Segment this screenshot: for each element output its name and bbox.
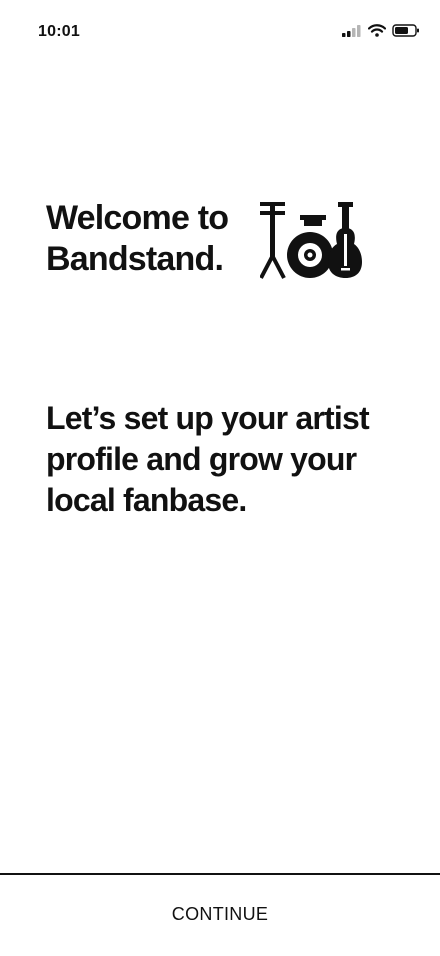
continue-button[interactable]: CONTINUE [0, 875, 440, 956]
drum-kit-guitar-icon [260, 202, 362, 279]
cellular-signal-icon [342, 24, 361, 37]
battery-icon [392, 24, 419, 37]
wifi-icon [368, 24, 386, 37]
tagline-text: Let’s set up your artist profile and gro… [46, 400, 370, 518]
status-bar: 10:01 [0, 0, 440, 56]
status-time: 10:01 [38, 23, 80, 40]
status-icons [342, 24, 420, 37]
welcome-heading: Welcome to Bandstand. [46, 199, 229, 278]
